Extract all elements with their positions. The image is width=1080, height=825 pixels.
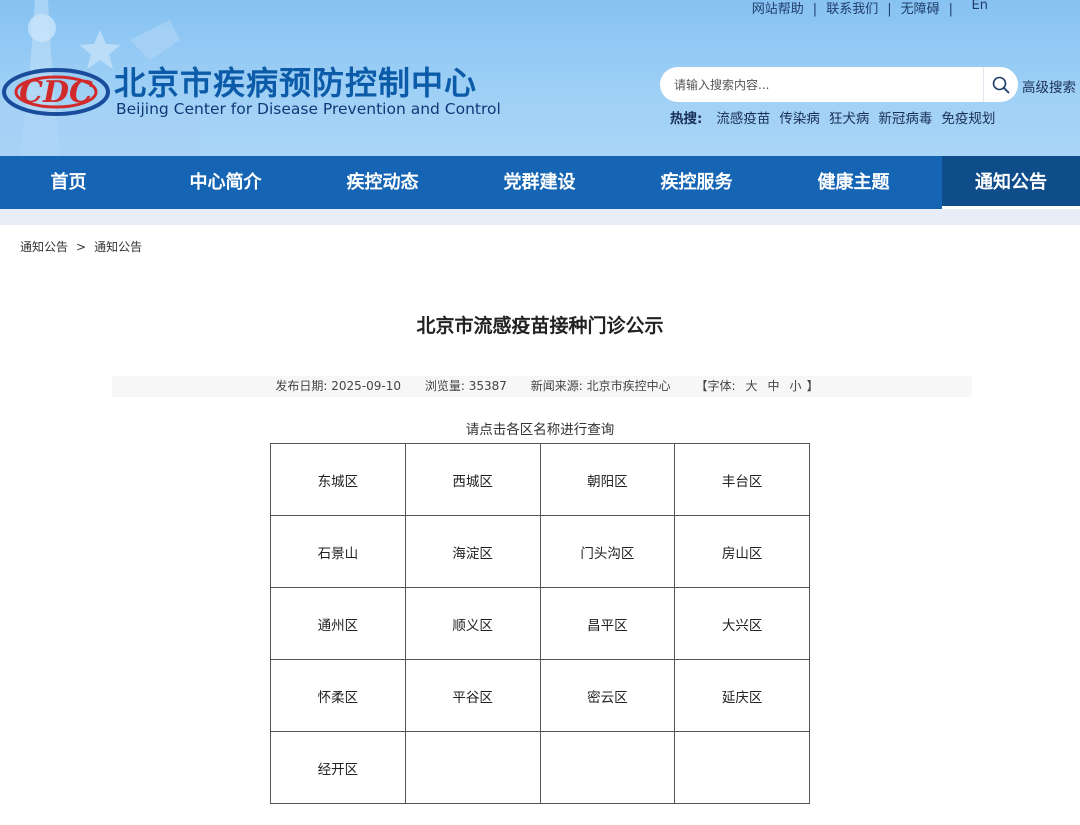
district-cell[interactable]: 顺义区 bbox=[404, 587, 541, 660]
district-table: 东城区 西城区 朝阳区 丰台区 石景山 海淀区 门头沟区 房山区 通州区 顺义区… bbox=[270, 443, 810, 804]
nav-item-news[interactable]: 疾控动态 bbox=[314, 156, 451, 209]
table-row: 怀柔区 平谷区 密云区 延庆区 bbox=[270, 659, 810, 732]
district-cell[interactable]: 房山区 bbox=[674, 515, 810, 588]
district-cell[interactable]: 西城区 bbox=[404, 443, 541, 516]
hot-search-item[interactable]: 新冠病毒 bbox=[878, 111, 932, 127]
breadcrumb-item[interactable]: 通知公告 bbox=[20, 240, 68, 254]
top-links: 网站帮助 | 联系我们 | 无障碍 | En bbox=[751, 0, 988, 17]
district-cell[interactable]: 朝阳区 bbox=[539, 443, 676, 516]
table-row: 经开区 bbox=[270, 731, 810, 804]
search-button[interactable] bbox=[983, 67, 1018, 102]
search-box bbox=[660, 67, 1018, 102]
meta-source: 北京市疾控中心 bbox=[586, 379, 671, 393]
table-row: 石景山 海淀区 门头沟区 房山区 bbox=[270, 515, 810, 588]
district-cell[interactable]: 东城区 bbox=[270, 443, 406, 516]
language-switch[interactable]: En bbox=[972, 0, 988, 13]
font-size-medium[interactable]: 中 bbox=[768, 379, 780, 393]
logo-text: CDC bbox=[19, 75, 93, 110]
font-size-close: 】 bbox=[806, 379, 819, 393]
district-cell[interactable]: 密云区 bbox=[539, 659, 676, 732]
font-size-small[interactable]: 小 bbox=[790, 379, 802, 393]
breadcrumb-item[interactable]: 通知公告 bbox=[94, 240, 142, 254]
site-title-en: Beijing Center for Disease Prevention an… bbox=[116, 100, 501, 118]
district-cell[interactable]: 海淀区 bbox=[404, 515, 541, 588]
site-title: 北京市疾病预防控制中心 bbox=[114, 64, 478, 102]
hot-search-item[interactable]: 流感疫苗 bbox=[716, 111, 770, 127]
meta-source-label: 新闻来源: bbox=[530, 379, 583, 393]
table-row: 东城区 西城区 朝阳区 丰台区 bbox=[270, 443, 810, 516]
district-cell[interactable]: 通州区 bbox=[270, 587, 406, 660]
cdc-logo[interactable]: CDC bbox=[2, 62, 110, 120]
district-cell[interactable]: 门头沟区 bbox=[539, 515, 676, 588]
query-hint: 请点击各区名称进行查询 bbox=[465, 422, 615, 438]
article-meta: 发布日期: 2025-09-10 浏览量: 35387 新闻来源: 北京市疾控中… bbox=[112, 376, 972, 397]
hot-search-label: 热搜: bbox=[670, 111, 703, 127]
breadcrumb: 通知公告 > 通知公告 bbox=[20, 238, 142, 255]
district-cell[interactable]: 昌平区 bbox=[539, 587, 676, 660]
hot-searches: 热搜: 流感疫苗 传染病 狂犬病 新冠病毒 免疫规划 bbox=[670, 107, 1004, 127]
advanced-search-link[interactable]: 高级搜索 bbox=[1022, 76, 1076, 96]
nav-item-home[interactable]: 首页 bbox=[0, 156, 137, 209]
empty-cell bbox=[539, 731, 676, 804]
article-title: 北京市流感疫苗接种门诊公示 bbox=[416, 315, 664, 337]
district-cell[interactable]: 石景山 bbox=[270, 515, 406, 588]
top-link-help[interactable]: 网站帮助 bbox=[752, 0, 804, 17]
nav-shadow-strip bbox=[0, 209, 1080, 225]
site-header: 网站帮助 | 联系我们 | 无障碍 | En CDC 北京市疾病预防控制中心 Beijing… bbox=[0, 0, 1080, 156]
top-link-accessibility[interactable]: 无障碍 bbox=[901, 0, 940, 17]
district-cell[interactable]: 怀柔区 bbox=[270, 659, 406, 732]
empty-cell bbox=[674, 731, 810, 804]
nav-item-about[interactable]: 中心简介 bbox=[157, 156, 294, 209]
main-nav: 首页 中心简介 疾控动态 党群建设 疾控服务 健康主题 通知公告 bbox=[0, 156, 1080, 209]
table-row: 通州区 顺义区 昌平区 大兴区 bbox=[270, 587, 810, 660]
empty-cell bbox=[404, 731, 541, 804]
district-cell[interactable]: 延庆区 bbox=[674, 659, 810, 732]
font-size-switcher: 【字体: 大中小】 bbox=[690, 379, 818, 393]
meta-date: 2025-09-10 bbox=[331, 379, 402, 393]
search-input[interactable] bbox=[674, 74, 974, 96]
font-size-label: 【字体: bbox=[695, 379, 736, 393]
nav-item-health-topics[interactable]: 健康主题 bbox=[785, 156, 922, 209]
nav-item-notices[interactable]: 通知公告 bbox=[942, 156, 1080, 209]
hot-search-item[interactable]: 狂犬病 bbox=[829, 111, 870, 127]
top-link-contact[interactable]: 联系我们 bbox=[826, 0, 878, 17]
nav-item-services[interactable]: 疾控服务 bbox=[628, 156, 765, 209]
search-icon bbox=[992, 76, 1010, 93]
meta-views-label: 浏览量: bbox=[424, 379, 465, 393]
meta-views: 35387 bbox=[468, 379, 507, 393]
district-cell[interactable]: 平谷区 bbox=[404, 659, 541, 732]
font-size-large[interactable]: 大 bbox=[746, 379, 758, 393]
hot-search-item[interactable]: 传染病 bbox=[779, 111, 820, 127]
district-cell[interactable]: 经开区 bbox=[270, 731, 406, 804]
district-cell[interactable]: 大兴区 bbox=[674, 587, 810, 660]
district-cell[interactable]: 丰台区 bbox=[674, 443, 810, 516]
nav-item-party[interactable]: 党群建设 bbox=[471, 156, 608, 209]
hot-search-item[interactable]: 免疫规划 bbox=[941, 111, 995, 127]
meta-date-label: 发布日期: bbox=[275, 379, 328, 393]
breadcrumb-separator: > bbox=[76, 240, 87, 254]
